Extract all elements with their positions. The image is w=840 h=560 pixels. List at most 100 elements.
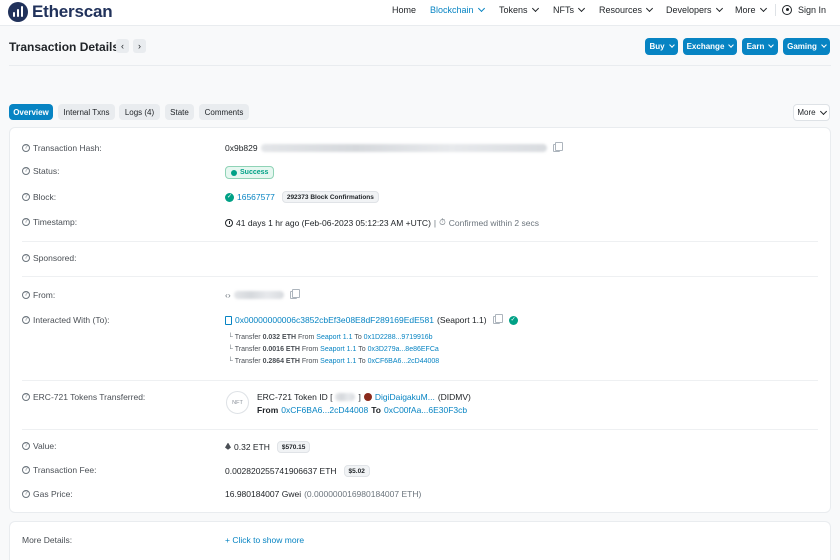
tab-label: Comments [204,107,244,117]
nav-developers[interactable]: Developers [666,4,723,15]
tab-internal-txns[interactable]: Internal Txns [58,104,115,120]
transfer-from-link[interactable]: Seaport 1.1 [320,346,356,353]
chevron-down-icon [531,4,539,13]
value-amount: 0.32 ETH [234,442,270,452]
nav-more[interactable]: More [735,4,767,15]
token-id-prefix: ERC-721 Token ID [ [257,392,333,402]
interacted-label: ? Interacted With (To): [22,315,110,325]
nft-placeholder-text: NFT [232,399,243,406]
erc721-to-link[interactable]: 0xC00fAa...6E30F3cb [384,405,467,415]
transfer-from-link[interactable]: Seaport 1.1 [316,334,352,341]
contract-icon [225,315,232,325]
nav-resources[interactable]: Resources [599,4,654,15]
transfer-prefix: Transfer [234,358,261,365]
help-icon: ? [22,218,30,226]
exchange-button[interactable]: Exchange [683,38,737,55]
earn-label: Earn [746,42,765,51]
token-symbol: (DIDMV) [437,392,471,402]
timestamp-value: 41 days 1 hr ago (Feb-06-2023 05:12:23 A… [225,217,539,228]
sponsored-label: ? Sponsored: [22,253,76,263]
help-icon: ? [22,254,30,262]
sign-in-link[interactable]: Sign In [775,4,826,16]
show-more-link[interactable]: + Click to show more [225,535,304,545]
transfer-to-link[interactable]: 0x1D2288...9719916b [364,334,433,341]
timestamp-label-text: Timestamp: [33,217,78,227]
buy-button[interactable]: Buy [645,38,678,55]
gaming-label: Gaming [787,42,817,51]
nav-tokens[interactable]: Tokens [499,4,539,15]
help-icon: ? [22,316,30,324]
next-tx-button[interactable]: › [133,39,146,53]
transfer-prefix: Transfer [234,334,261,341]
erc721-label: ? ERC-721 Tokens Transferred: [22,392,145,402]
status-badge: Success [225,166,275,179]
branch-icon: └ [228,358,233,365]
section-divider [22,241,818,242]
block-label: ? Block: [22,192,56,202]
nav-developers-label: Developers [666,5,712,15]
chevron-down-icon [577,4,586,13]
tab-logs[interactable]: Logs (4) [119,104,160,120]
transfer-to-link[interactable]: 0x3D279a...8e86EFCa [368,346,439,353]
status-label-text: Status: [33,166,60,176]
nav-more-label: More [735,5,756,15]
section-divider [22,380,818,381]
nav-home[interactable]: Home [392,5,416,15]
erc721-from-link[interactable]: 0xCF6BA6...2cD44008 [281,405,368,415]
chevron-left-icon: ‹ [121,41,124,51]
interacted-label-text: Interacted With (To): [33,315,110,325]
gas-gwei: 16.980184007 Gwei [225,489,302,499]
tab-label: Logs (4) [124,107,155,117]
nav-nfts[interactable]: NFTs [553,4,586,15]
from-label-text: From: [33,290,56,300]
transfer-from-label: From [301,346,319,353]
help-icon: ? [22,167,30,175]
transfer-amount: 0.2864 ETH [262,358,300,365]
tx-hash-label: ? Transaction Hash: [22,143,102,153]
gaming-button[interactable]: Gaming [783,38,830,55]
value-usd-badge: $570.15 [276,441,311,453]
tab-comments[interactable]: Comments [199,104,249,120]
tx-hash-text: 0x9b829 [225,143,258,153]
token-avatar-icon [363,393,372,401]
transfer-to-link[interactable]: 0xCF6BA6...2cD44008 [368,358,440,365]
tab-state[interactable]: State [165,104,194,120]
copy-icon[interactable] [492,314,503,324]
more-dropdown-button[interactable]: More [793,104,830,121]
erc721-from-to: From 0xCF6BA6...2cD44008 To 0xC00fAa...6… [257,405,467,415]
help-icon: ? [22,466,30,474]
token-name-link[interactable]: DigiDaigakuM... [375,392,435,402]
transfer-from-link[interactable]: Seaport 1.1 [320,358,356,365]
nft-thumbnail[interactable]: NFT [226,391,249,414]
value-label-text: Value: [33,441,57,451]
check-circle-icon: ✓ [225,192,234,202]
gas-label-text: Gas Price: [33,489,73,499]
chevron-down-icon [715,4,723,13]
value-value: 0.32 ETH $570.15 [225,441,311,453]
copy-icon[interactable] [289,289,300,299]
more-details-card [9,521,831,560]
timestamp-separator: | [433,217,437,228]
tab-overview[interactable]: Overview [9,104,53,120]
help-icon: ? [22,193,30,201]
timestamp-text: 41 days 1 hr ago (Feb-06-2023 05:12:23 A… [236,217,431,228]
erc721-to-label: To [371,405,381,415]
sponsored-label-text: Sponsored: [33,253,77,263]
timestamp-label: ? Timestamp: [22,217,77,227]
verified-icon: ✓ [508,315,518,325]
contract-address-link[interactable]: 0x00000000006c3852cbEf3e08E8dF289169EdE5… [235,315,434,325]
prev-tx-button[interactable]: ‹ [116,39,129,53]
earn-button[interactable]: Earn [742,38,778,55]
block-number-link[interactable]: 16567577 [237,192,275,202]
brand-name: Etherscan [32,2,113,21]
copy-icon[interactable] [552,142,563,152]
internal-transfer: └ Transfer 0.2864 ETH From Seaport 1.1 T… [228,358,439,365]
tab-label: State [170,107,189,117]
etherscan-logo[interactable]: Etherscan [8,2,113,22]
status-label: ? Status: [22,166,59,176]
gas-label: ? Gas Price: [22,489,73,499]
code-icon: ‹› [225,290,231,300]
nav-blockchain[interactable]: Blockchain [430,4,485,15]
gas-eth: (0.000000016980184007 ETH) [304,489,422,499]
block-value: ✓ 16567577 292373 Block Confirmations [225,191,379,203]
